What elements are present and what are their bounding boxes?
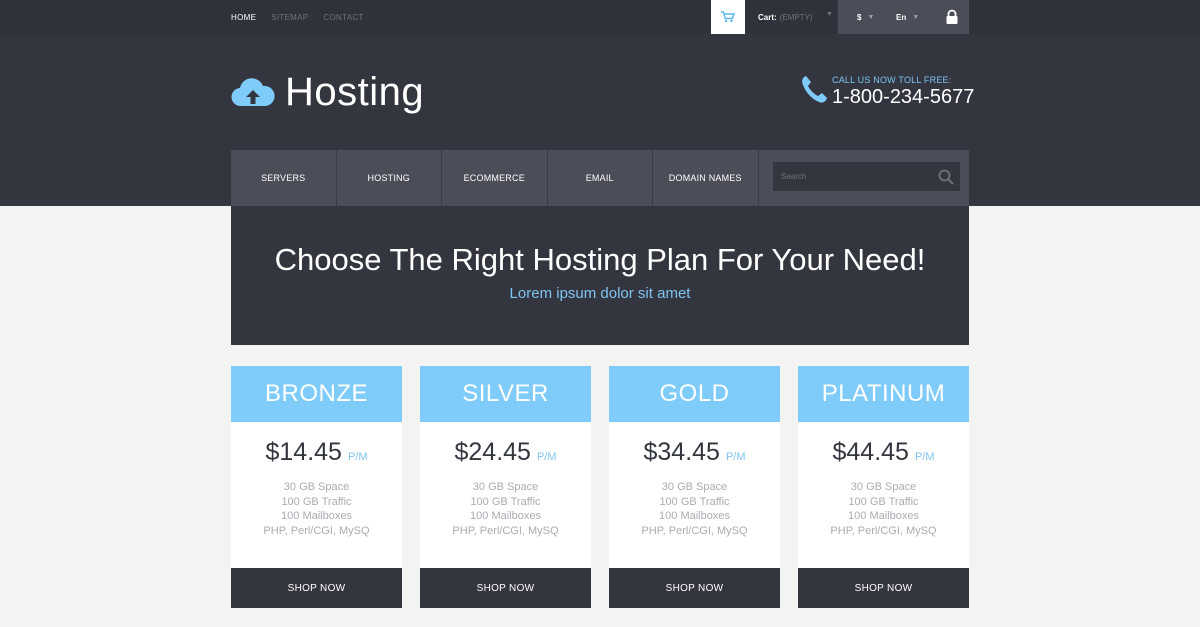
- plan-name: BRONZE: [231, 366, 402, 422]
- plan-card-platinum: PLATINUM $44.45 P/M 30 GB Space 100 GB Tr…: [798, 366, 969, 608]
- price-period: P/M: [536, 451, 557, 463]
- lock-icon[interactable]: [944, 9, 960, 25]
- topnav-contact[interactable]: CONTACT: [323, 13, 363, 22]
- top-bar: [0, 0, 1200, 34]
- search-box: [773, 162, 960, 191]
- language-value: En: [896, 12, 907, 22]
- plan-name: PLATINUM: [798, 366, 969, 422]
- plan-features: 30 GB Space 100 GB Traffic 100 Mailboxes…: [420, 480, 591, 538]
- shop-now-button[interactable]: SHOP NOW: [609, 568, 780, 608]
- currency-dropdown[interactable]: $ ▼: [857, 0, 874, 34]
- feature-item: 100 Mailboxes: [848, 510, 919, 522]
- plan-card-silver: SILVER $24.45 P/M 30 GB Space 100 GB Traf…: [420, 366, 591, 608]
- hero-title: Choose The Right Hosting Plan For Your N…: [274, 242, 926, 277]
- language-dropdown[interactable]: En ▼: [896, 0, 919, 34]
- plan-card-gold: GOLD $34.45 P/M 30 GB Space 100 GB Traffi…: [609, 366, 780, 608]
- phone-contact: CALL US NOW TOLL FREE: 1-800-234-5677: [800, 74, 974, 108]
- price-amount: $44.45: [832, 438, 909, 466]
- chevron-down-icon: ▼: [912, 13, 920, 21]
- cart-label: Cart:: [758, 12, 777, 22]
- feature-item: 100 GB Traffic: [848, 495, 919, 508]
- shop-now-button[interactable]: SHOP NOW: [798, 568, 969, 608]
- logo[interactable]: Hosting: [231, 70, 424, 115]
- search-input[interactable]: [773, 162, 933, 191]
- nav-item-domain-names[interactable]: DOMAIN NAMES: [653, 150, 759, 206]
- cart-value: (EMPTY): [779, 12, 813, 22]
- plan-features: 30 GB Space 100 GB Traffic 100 Mailboxes…: [609, 480, 780, 538]
- logo-text: Hosting: [285, 70, 425, 114]
- cart-dropdown[interactable]: Cart: (EMPTY) ▼: [758, 0, 833, 34]
- price-period: P/M: [914, 451, 935, 463]
- price-period: P/M: [347, 451, 368, 463]
- shop-now-button[interactable]: SHOP NOW: [420, 568, 591, 608]
- feature-item: 100 Mailboxes: [659, 510, 730, 522]
- feature-item: PHP, Perl/CGI, MySQ: [641, 524, 748, 537]
- phone-number[interactable]: 1-800-234-5677: [832, 86, 974, 108]
- feature-item: 30 GB Space: [472, 481, 539, 493]
- feature-item: 100 GB Traffic: [470, 495, 541, 508]
- plan-features: 30 GB Space 100 GB Traffic 100 Mailboxes…: [231, 480, 402, 538]
- feature-item: PHP, Perl/CGI, MySQ: [452, 524, 559, 537]
- plan-price: $44.45 P/M: [798, 438, 969, 467]
- nav-item-ecommerce[interactable]: ECOMMERCE: [442, 150, 548, 206]
- plan-price: $24.45 P/M: [420, 438, 591, 467]
- plan-price: $14.45 P/M: [231, 438, 402, 467]
- feature-item: 30 GB Space: [661, 481, 728, 493]
- topnav-home[interactable]: HOME: [231, 13, 256, 22]
- hero-banner: Choose The Right Hosting Plan For Your N…: [231, 206, 969, 345]
- chevron-down-icon: ▼: [826, 11, 833, 18]
- feature-item: 100 Mailboxes: [470, 510, 541, 522]
- plan-features: 30 GB Space 100 GB Traffic 100 Mailboxes…: [798, 480, 969, 538]
- cart-icon-button[interactable]: [711, 0, 745, 34]
- shop-now-button[interactable]: SHOP NOW: [231, 568, 402, 608]
- shopping-cart-icon: [721, 11, 735, 23]
- top-nav: HOME SITEMAP CONTACT: [231, 0, 364, 34]
- nav-item-hosting[interactable]: HOSTING: [337, 150, 442, 206]
- nav-item-email[interactable]: EMAIL: [548, 150, 653, 206]
- feature-item: PHP, Perl/CGI, MySQ: [830, 524, 937, 537]
- feature-item: 100 GB Traffic: [659, 495, 730, 508]
- phone-call-label: CALL US NOW TOLL FREE:: [832, 75, 952, 85]
- feature-item: 30 GB Space: [283, 481, 350, 493]
- chevron-down-icon: ▼: [867, 13, 875, 21]
- plan-name: SILVER: [420, 366, 591, 422]
- search-icon[interactable]: [938, 169, 954, 185]
- feature-item: 100 GB Traffic: [281, 495, 352, 508]
- price-period: P/M: [725, 451, 746, 463]
- nav-item-servers[interactable]: SERVERS: [231, 150, 337, 206]
- price-amount: $34.45: [643, 438, 720, 466]
- plan-card-bronze: BRONZE $14.45 P/M 30 GB Space 100 GB Traf…: [231, 366, 402, 608]
- price-amount: $24.45: [454, 438, 531, 466]
- price-amount: $14.45: [265, 438, 342, 466]
- currency-value: $: [857, 12, 862, 22]
- topnav-sitemap[interactable]: SITEMAP: [271, 13, 308, 22]
- feature-item: 30 GB Space: [850, 481, 917, 493]
- cloud-upload-icon: [231, 77, 275, 106]
- hero-subtitle: Lorem ipsum dolor sit amet: [509, 285, 691, 302]
- plan-price: $34.45 P/M: [609, 438, 780, 467]
- feature-item: 100 Mailboxes: [281, 510, 352, 522]
- feature-item: PHP, Perl/CGI, MySQ: [263, 524, 370, 537]
- phone-icon: [802, 76, 827, 103]
- plan-name: GOLD: [609, 366, 780, 422]
